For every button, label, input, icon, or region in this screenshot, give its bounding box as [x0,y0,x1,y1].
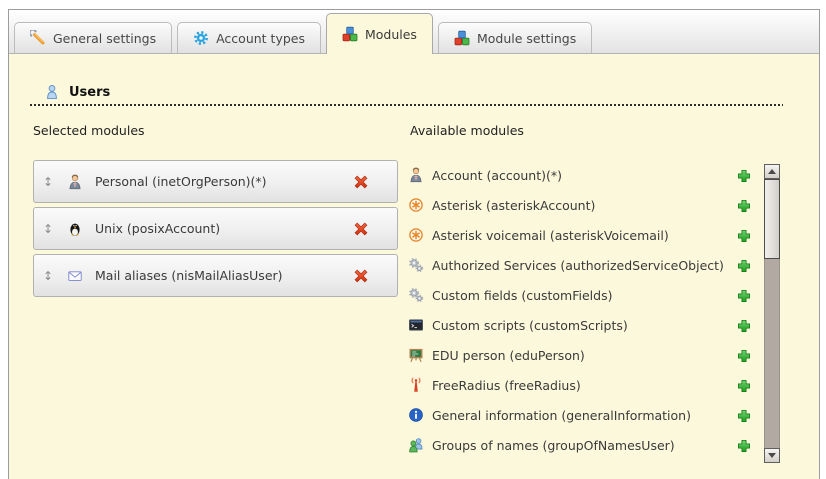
module-label: FreeRadius (freeRadius) [432,378,581,393]
available-modules-scrollbar[interactable] [764,164,780,463]
available-module-row: General information (generalInformation) [407,400,764,430]
tab-modules[interactable]: Modules [326,13,433,54]
module-label: Groups of names (groupOfNamesUser) [432,438,675,453]
add-plus-icon [737,439,751,453]
add-module-button[interactable] [737,438,751,452]
remove-module-button[interactable] [353,221,369,237]
available-modules-column: Available modules Account (account)(*) A… [407,123,764,460]
add-module-button[interactable] [737,168,751,182]
tab-module-settings[interactable]: Module settings [438,22,592,53]
tab-bar: General settings Account types Modules M… [9,10,819,54]
selected-module-row[interactable]: ↕ Unix (posixAccount) [33,207,398,250]
add-plus-icon [737,199,751,213]
add-module-button[interactable] [737,228,751,242]
selected-modules-label: Selected modules [33,123,407,138]
blackboard-icon [408,347,424,363]
module-label: EDU person (eduPerson) [432,348,585,363]
blocks-icon [342,26,358,42]
user-pawn-icon [44,84,60,100]
mail-envelope-icon [67,268,83,284]
person-icon [408,167,424,183]
delete-x-icon [353,221,369,237]
delete-x-icon [353,268,369,284]
gears-icon [408,257,424,273]
wrench-icon [30,30,46,46]
scroll-up-button[interactable] [764,164,780,179]
tab-label: Module settings [477,31,576,46]
triangle-up-icon [768,169,776,174]
scrollbar-thumb[interactable] [764,179,780,259]
module-label: General information (generalInformation) [432,408,691,423]
tab-label: Account types [216,31,305,46]
gear-icon [193,30,209,46]
selected-modules-column: Selected modules ↕ Personal (inetOrgPers… [30,123,407,460]
available-module-row: Groups of names (groupOfNamesUser) [407,430,764,460]
add-plus-icon [737,349,751,363]
module-label: Asterisk (asteriskAccount) [432,198,595,213]
available-module-row: Asterisk voicemail (asteriskVoicemail) [407,220,764,250]
section-title: Users [69,85,110,100]
tab-label: Modules [365,27,417,42]
available-modules-label: Available modules [410,123,764,138]
available-module-row: EDU person (eduPerson) [407,340,764,370]
group-icon [408,437,424,453]
module-label: Asterisk voicemail (asteriskVoicemail) [432,228,669,243]
module-label: Mail aliases (nisMailAliasUser) [95,268,283,283]
add-module-button[interactable] [737,348,751,362]
remove-module-button[interactable] [353,174,369,190]
modules-tab-content: Users Selected modules ↕ Personal (inetO… [9,54,819,479]
module-label: Account (account)(*) [432,168,562,183]
add-module-button[interactable] [737,318,751,332]
configuration-panel: General settings Account types Modules M… [8,9,820,479]
selected-modules-list: ↕ Personal (inetOrgPerson)(*) ↕ Unix (po… [30,160,407,297]
tab-account-types[interactable]: Account types [177,22,321,53]
add-module-button[interactable] [737,288,751,302]
module-label: Custom scripts (customScripts) [432,318,628,333]
available-module-row: Authorized Services (authorizedServiceOb… [407,250,764,280]
available-module-row: Custom scripts (customScripts) [407,310,764,340]
add-module-button[interactable] [737,198,751,212]
blocks-icon [454,30,470,46]
add-module-button[interactable] [737,408,751,422]
asterisk-icon [408,227,424,243]
tab-label: General settings [53,31,156,46]
tux-penguin-icon [67,221,83,237]
add-plus-icon [737,319,751,333]
scroll-down-button[interactable] [764,448,780,463]
available-module-row: FreeRadius (freeRadius) [407,370,764,400]
tab-general-settings[interactable]: General settings [14,22,172,53]
gears-icon [408,287,424,303]
remove-module-button[interactable] [353,268,369,284]
available-module-row: Account (account)(*) [407,160,764,190]
add-plus-icon [737,169,751,183]
terminal-icon [408,317,424,333]
available-modules-list: Account (account)(*) Asterisk (asteriskA… [407,160,764,460]
triangle-down-icon [768,453,776,458]
add-plus-icon [737,379,751,393]
available-module-row: Asterisk (asteriskAccount) [407,190,764,220]
delete-x-icon [353,174,369,190]
antenna-icon [408,377,424,393]
add-plus-icon [737,409,751,423]
module-label: Authorized Services (authorizedServiceOb… [432,258,724,273]
add-plus-icon [737,229,751,243]
selected-module-row[interactable]: ↕ Mail aliases (nisMailAliasUser) [33,254,398,297]
selected-module-row[interactable]: ↕ Personal (inetOrgPerson)(*) [33,160,398,203]
person-icon [67,174,83,190]
drag-handle-icon[interactable]: ↕ [43,269,59,283]
asterisk-icon [408,197,424,213]
add-plus-icon [737,289,751,303]
module-label: Personal (inetOrgPerson)(*) [95,174,267,189]
drag-handle-icon[interactable]: ↕ [43,175,59,189]
add-module-button[interactable] [737,258,751,272]
add-module-button[interactable] [737,378,751,392]
add-plus-icon [737,259,751,273]
module-label: Unix (posixAccount) [95,221,220,236]
info-icon [408,407,424,423]
available-module-row: Custom fields (customFields) [407,280,764,310]
drag-handle-icon[interactable]: ↕ [43,222,59,236]
module-label: Custom fields (customFields) [432,288,612,303]
users-section-header: Users [30,84,783,106]
